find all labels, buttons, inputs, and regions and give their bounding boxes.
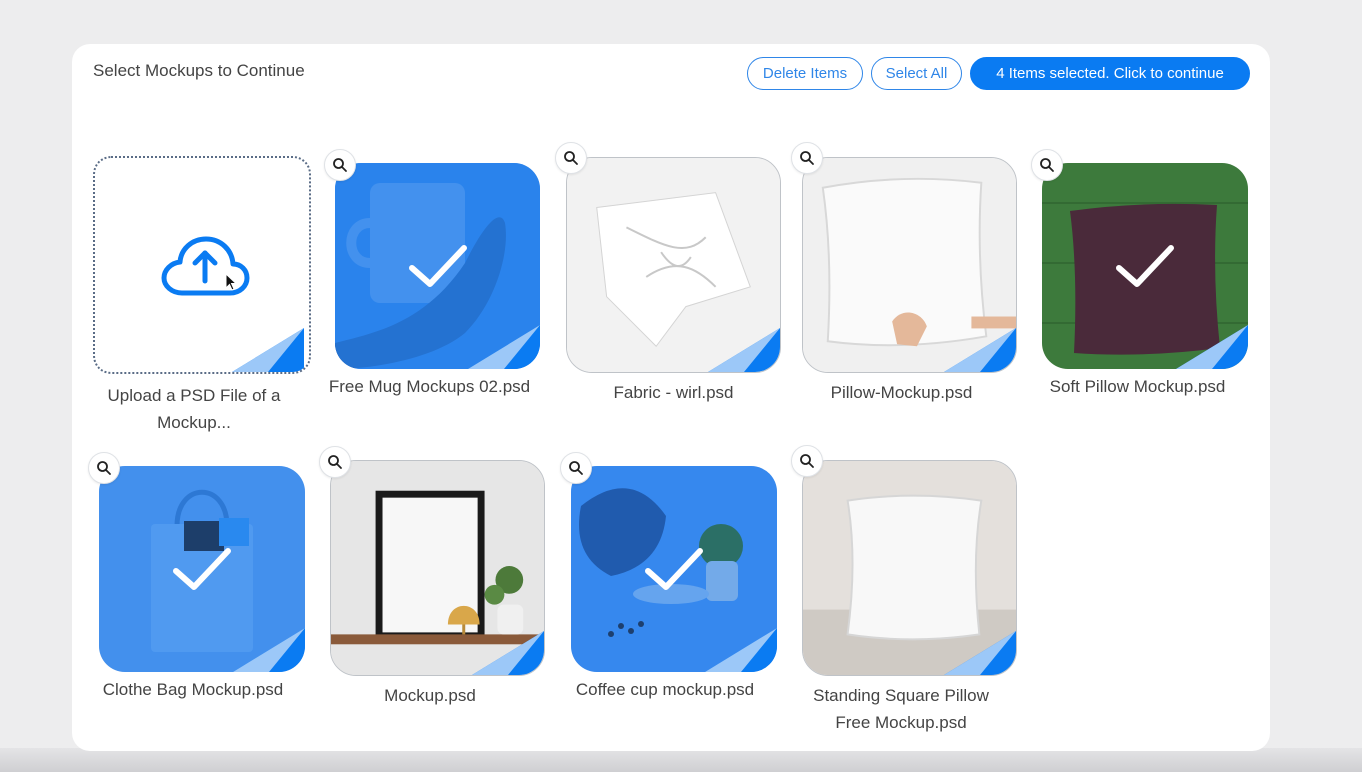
magnifier-icon — [800, 151, 814, 165]
magnifier-icon — [1040, 158, 1054, 172]
select-all-button[interactable]: Select All — [871, 57, 962, 90]
zoom-button[interactable] — [319, 446, 351, 478]
mockup-thumbnail[interactable] — [1042, 163, 1248, 369]
check-icon — [645, 548, 703, 590]
page-fold-corner — [705, 628, 777, 672]
zoom-button[interactable] — [555, 142, 587, 174]
continue-button[interactable]: 4 Items selected. Click to continue — [970, 57, 1250, 90]
page-fold-corner — [232, 328, 304, 372]
page-fold-corner — [468, 325, 540, 369]
mouse-cursor-icon — [225, 273, 238, 291]
zoom-button[interactable] — [791, 445, 823, 477]
page-fold-corner — [944, 328, 1016, 372]
mockup-caption: Fabric - wirl.psd — [613, 383, 734, 402]
check-icon — [173, 548, 231, 590]
mockup-thumbnail[interactable] — [802, 460, 1017, 676]
zoom-button[interactable] — [1031, 149, 1063, 181]
magnifier-icon — [564, 151, 578, 165]
mockup-thumbnail[interactable] — [330, 460, 545, 676]
magnifier-icon — [97, 461, 111, 475]
delete-items-button[interactable]: Delete Items — [747, 57, 863, 90]
page-fold-corner — [233, 628, 305, 672]
mockup-thumbnail[interactable] — [571, 466, 777, 672]
mockup-caption: Coffee cup mockup.psd — [575, 680, 755, 699]
bottom-shade — [0, 748, 1362, 772]
mockup-caption: Soft Pillow Mockup.psd — [1049, 377, 1226, 396]
page-fold-corner — [708, 328, 780, 372]
page-fold-corner — [472, 631, 544, 675]
magnifier-icon — [569, 461, 583, 475]
page-fold-corner — [944, 631, 1016, 675]
magnifier-icon — [328, 455, 342, 469]
mockup-thumbnail[interactable] — [335, 163, 540, 369]
mockup-caption: Pillow-Mockup.psd — [830, 383, 973, 402]
zoom-button[interactable] — [791, 142, 823, 174]
magnifier-icon — [800, 454, 814, 468]
check-icon — [408, 245, 467, 287]
mockup-caption: Free Mug Mockups 02.psd — [328, 377, 531, 396]
magnifier-icon — [333, 158, 347, 172]
zoom-button[interactable] — [560, 452, 592, 484]
zoom-button[interactable] — [324, 149, 356, 181]
upload-caption: Upload a PSD File of a Mockup... — [107, 386, 281, 432]
page-fold-corner — [1176, 325, 1248, 369]
mockup-caption: Mockup.psd — [384, 686, 476, 705]
check-icon — [1116, 245, 1174, 287]
mockup-thumbnail[interactable] — [99, 466, 305, 672]
mockup-thumbnail[interactable] — [566, 157, 781, 373]
mockup-thumbnail[interactable] — [802, 157, 1017, 373]
panel-title: Select Mockups to Continue — [93, 61, 305, 80]
mockup-caption: Clothe Bag Mockup.psd — [102, 680, 284, 699]
mockup-caption: Standing Square Pillow Free Mockup.psd — [813, 686, 989, 732]
upload-psd-tile[interactable] — [93, 156, 311, 374]
zoom-button[interactable] — [88, 452, 120, 484]
